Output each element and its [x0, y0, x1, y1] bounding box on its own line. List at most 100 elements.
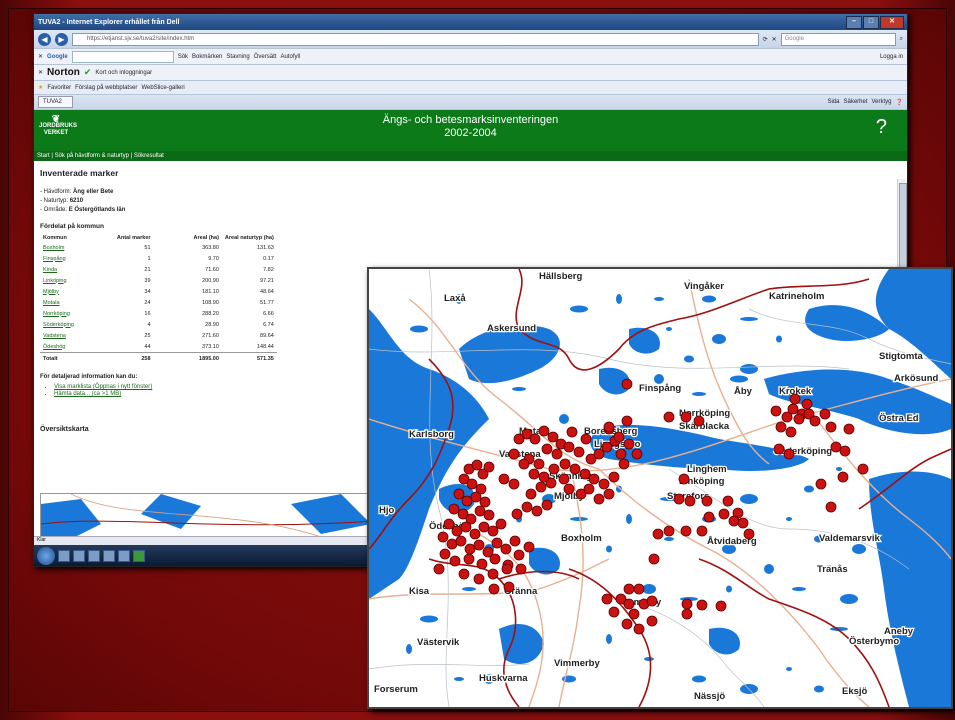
- site-marker[interactable]: [680, 525, 692, 537]
- favorites-star-icon[interactable]: ★: [38, 84, 43, 91]
- site-marker[interactable]: [531, 505, 543, 517]
- favorites-item-suggested[interactable]: Förslag på webbplatser: [75, 85, 137, 91]
- site-marker[interactable]: [588, 473, 600, 485]
- site-marker[interactable]: [489, 553, 501, 565]
- site-marker[interactable]: [538, 471, 550, 483]
- site-marker[interactable]: [696, 599, 708, 611]
- site-marker[interactable]: [498, 473, 510, 485]
- site-marker[interactable]: [528, 468, 540, 480]
- site-marker[interactable]: [583, 483, 595, 495]
- site-marker[interactable]: [737, 517, 749, 529]
- site-marker[interactable]: [511, 508, 523, 520]
- google-login-link[interactable]: Logga in: [880, 54, 903, 60]
- site-marker[interactable]: [547, 431, 559, 443]
- site-marker[interactable]: [487, 568, 499, 580]
- site-marker[interactable]: [608, 606, 620, 618]
- taskbar-icon-explorer[interactable]: [73, 549, 85, 562]
- site-marker[interactable]: [623, 438, 635, 450]
- site-marker[interactable]: [696, 525, 708, 537]
- site-marker[interactable]: [523, 541, 535, 553]
- site-marker[interactable]: [563, 441, 575, 453]
- site-marker[interactable]: [837, 471, 849, 483]
- google-item-autofill[interactable]: Autofyll: [280, 54, 300, 60]
- site-marker[interactable]: [819, 408, 831, 420]
- site-marker[interactable]: [615, 448, 627, 460]
- site-marker[interactable]: [460, 521, 472, 533]
- site-marker[interactable]: [525, 488, 537, 500]
- site-marker[interactable]: [623, 583, 635, 595]
- site-marker[interactable]: [471, 459, 483, 471]
- site-marker[interactable]: [722, 495, 734, 507]
- site-marker[interactable]: [793, 413, 805, 425]
- taskbar-icon-ie[interactable]: [58, 549, 70, 562]
- help-button[interactable]: ?: [876, 116, 887, 139]
- site-marker[interactable]: [598, 478, 610, 490]
- site-marker[interactable]: [563, 483, 575, 495]
- site-marker[interactable]: [621, 378, 633, 390]
- norton-cards-button[interactable]: Kort och inloggningar: [95, 70, 152, 76]
- google-item-translate[interactable]: Översätt: [254, 54, 277, 60]
- site-marker[interactable]: [839, 445, 851, 457]
- site-marker[interactable]: [603, 421, 615, 433]
- site-marker[interactable]: [613, 431, 625, 443]
- site-marker[interactable]: [443, 518, 455, 530]
- site-marker[interactable]: [631, 448, 643, 460]
- site-marker[interactable]: [678, 473, 690, 485]
- site-marker[interactable]: [621, 618, 633, 630]
- site-marker[interactable]: [508, 478, 520, 490]
- site-marker[interactable]: [513, 549, 525, 561]
- site-marker[interactable]: [501, 563, 513, 575]
- site-marker[interactable]: [470, 491, 482, 503]
- site-marker[interactable]: [535, 481, 547, 493]
- site-marker[interactable]: [495, 518, 507, 530]
- site-marker[interactable]: [593, 448, 605, 460]
- site-marker[interactable]: [548, 463, 560, 475]
- site-marker[interactable]: [773, 443, 785, 455]
- stop-icon[interactable]: ✕: [772, 36, 777, 43]
- site-marker[interactable]: [608, 471, 620, 483]
- site-marker[interactable]: [801, 398, 813, 410]
- site-marker[interactable]: [681, 608, 693, 620]
- site-marker[interactable]: [491, 537, 503, 549]
- close-toolbar-icon[interactable]: ✕: [38, 69, 43, 76]
- site-marker[interactable]: [473, 539, 485, 551]
- site-marker[interactable]: [663, 525, 675, 537]
- site-marker[interactable]: [515, 563, 527, 575]
- site-marker[interactable]: [785, 426, 797, 438]
- zoomed-map[interactable]: Hällsberg Vingåker Katrineholm Laxå Askersun…: [367, 267, 953, 709]
- site-marker[interactable]: [646, 595, 658, 607]
- site-marker[interactable]: [521, 501, 533, 513]
- taskbar-icon-media[interactable]: [88, 549, 100, 562]
- kommun-link[interactable]: Boxholm: [43, 245, 64, 251]
- site-marker[interactable]: [461, 495, 473, 507]
- site-marker[interactable]: [476, 558, 488, 570]
- site-marker[interactable]: [448, 503, 460, 515]
- site-marker[interactable]: [474, 505, 486, 517]
- site-marker[interactable]: [529, 433, 541, 445]
- search-icon[interactable]: ⌕: [900, 36, 903, 43]
- site-marker[interactable]: [857, 463, 869, 475]
- site-marker[interactable]: [508, 448, 520, 460]
- site-marker[interactable]: [815, 478, 827, 490]
- site-marker[interactable]: [663, 411, 675, 423]
- site-marker[interactable]: [559, 458, 571, 470]
- google-item-spelling[interactable]: Stavning: [226, 54, 249, 60]
- site-marker[interactable]: [451, 525, 463, 537]
- site-marker[interactable]: [541, 443, 553, 455]
- maximize-button[interactable]: □: [863, 16, 879, 29]
- site-marker[interactable]: [681, 598, 693, 610]
- favorites-button[interactable]: Favoriter: [47, 85, 71, 91]
- kommun-link[interactable]: Söderköping: [43, 322, 74, 328]
- site-marker[interactable]: [518, 458, 530, 470]
- site-marker[interactable]: [775, 421, 787, 433]
- site-marker[interactable]: [464, 543, 476, 555]
- site-marker[interactable]: [783, 448, 795, 460]
- search-input[interactable]: Google: [780, 32, 896, 46]
- kommun-link[interactable]: Motala: [43, 300, 60, 306]
- site-marker[interactable]: [652, 528, 664, 540]
- site-marker[interactable]: [533, 458, 545, 470]
- site-marker[interactable]: [648, 553, 660, 565]
- site-marker[interactable]: [673, 493, 685, 505]
- site-marker[interactable]: [825, 501, 837, 513]
- site-marker[interactable]: [693, 415, 705, 427]
